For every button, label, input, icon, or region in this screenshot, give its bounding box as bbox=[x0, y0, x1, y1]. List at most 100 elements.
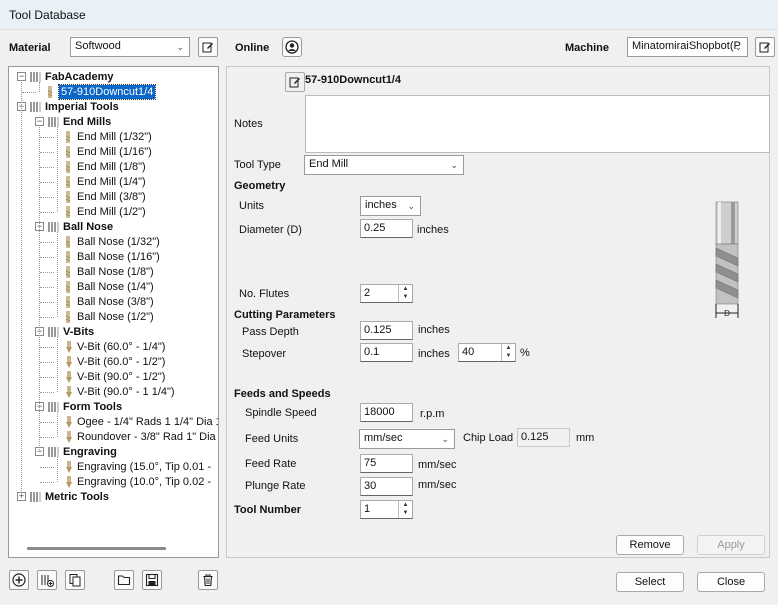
diameter-label: Diameter (D) bbox=[239, 224, 302, 236]
tool-type-value: End Mill bbox=[309, 158, 349, 170]
chevron-down-icon: ⌄ bbox=[407, 201, 415, 211]
tree-item[interactable]: End Mill (3/8") bbox=[77, 190, 146, 204]
tool-number-stepper[interactable]: 1 ▲ ▼ bbox=[360, 500, 413, 519]
v-bit-icon bbox=[65, 371, 72, 383]
tree-item[interactable]: Roundover - 3/8" Rad 1" Dia : bbox=[77, 430, 218, 444]
flutes-stepper[interactable]: 2 ▲ ▼ bbox=[360, 284, 413, 303]
edit-material-button[interactable] bbox=[198, 37, 218, 57]
chevron-down-icon: ⌄ bbox=[441, 434, 449, 444]
add-group-button[interactable] bbox=[37, 570, 57, 590]
end-mill-icon bbox=[65, 146, 71, 158]
tree-item[interactable]: Ball Nose (1/32") bbox=[77, 235, 160, 249]
tree-item[interactable]: Ball Nose (1/8") bbox=[77, 265, 154, 279]
tree-item[interactable]: End Mill (1/8") bbox=[77, 160, 146, 174]
end-mill-icon bbox=[65, 236, 71, 248]
feed-units-value: mm/sec bbox=[364, 432, 403, 444]
delete-tool-button[interactable] bbox=[198, 570, 218, 590]
tree-group-label[interactable]: Ball Nose bbox=[63, 220, 113, 234]
plunge-rate-input[interactable]: 30 bbox=[360, 477, 413, 496]
tree-item-selected[interactable]: 57-910Downcut1/4 bbox=[57, 84, 157, 100]
tree-group-label[interactable]: FabAcademy bbox=[45, 70, 113, 84]
spin-buttons[interactable]: ▲ ▼ bbox=[398, 501, 412, 518]
up-arrow-icon[interactable]: ▲ bbox=[399, 285, 412, 293]
edit-machine-button[interactable] bbox=[755, 37, 775, 57]
online-account-button[interactable] bbox=[282, 37, 302, 57]
tool-tree[interactable]: − FabAcademy 57-910Downcut1/4− Imperial Too… bbox=[8, 66, 219, 558]
spin-buttons[interactable]: ▲ ▼ bbox=[398, 285, 412, 302]
tree-connector bbox=[40, 467, 54, 468]
up-arrow-icon[interactable]: ▲ bbox=[399, 501, 412, 509]
pass-depth-input[interactable]: 0.125 bbox=[360, 321, 413, 340]
tree-item[interactable]: V-Bit (60.0° - 1/2") bbox=[77, 355, 165, 369]
tree-connector bbox=[57, 412, 58, 437]
notes-textarea[interactable] bbox=[305, 95, 770, 153]
edit-tool-name-button[interactable] bbox=[285, 72, 305, 92]
up-arrow-icon[interactable]: ▲ bbox=[502, 344, 515, 352]
remove-button[interactable]: Remove bbox=[616, 535, 684, 555]
copy-tool-button[interactable] bbox=[65, 570, 85, 590]
down-arrow-icon[interactable]: ▼ bbox=[502, 352, 515, 360]
collapse-icon[interactable]: − bbox=[35, 117, 44, 126]
tree-connector bbox=[40, 197, 54, 198]
apply-button[interactable]: Apply bbox=[697, 535, 765, 555]
end-mill-icon bbox=[65, 251, 71, 263]
tree-item[interactable]: Ball Nose (1/16") bbox=[77, 250, 160, 264]
tree-item[interactable]: Engraving (15.0°, Tip 0.01 - bbox=[77, 460, 211, 474]
tree-item[interactable]: Ball Nose (1/4") bbox=[77, 280, 154, 294]
tree-item[interactable]: V-Bit (90.0° - 1/2") bbox=[77, 370, 165, 384]
open-folder-button[interactable] bbox=[114, 570, 134, 590]
pass-depth-label: Pass Depth bbox=[242, 326, 299, 338]
tool-type-dropdown[interactable]: End Mill ⌄ bbox=[304, 155, 464, 175]
horizontal-scrollbar[interactable] bbox=[27, 547, 166, 550]
tree-group-label[interactable]: Engraving bbox=[63, 445, 117, 459]
units-dropdown[interactable]: inches ⌄ bbox=[360, 196, 421, 216]
machine-dropdown[interactable]: MinatomiraiShopbot(P ⌄ bbox=[627, 37, 748, 57]
tree-item[interactable]: Ball Nose (3/8") bbox=[77, 295, 154, 309]
down-arrow-icon[interactable]: ▼ bbox=[399, 293, 412, 301]
tree-item[interactable]: End Mill (1/16") bbox=[77, 145, 152, 159]
tree-connector bbox=[40, 362, 54, 363]
units-value: inches bbox=[365, 199, 397, 211]
feed-rate-input[interactable]: 75 bbox=[360, 454, 413, 473]
diameter-unit: inches bbox=[417, 224, 449, 236]
tree-item[interactable]: V-Bit (60.0° - 1/4") bbox=[77, 340, 165, 354]
tree-item[interactable]: End Mill (1/2") bbox=[77, 205, 146, 219]
tree-item[interactable]: End Mill (1/32") bbox=[77, 130, 152, 144]
tree-item[interactable]: Ball Nose (1/2") bbox=[77, 310, 154, 324]
tree-group-label[interactable]: Metric Tools bbox=[45, 490, 109, 504]
spin-buttons[interactable]: ▲ ▼ bbox=[501, 344, 515, 361]
save-button[interactable] bbox=[142, 570, 162, 590]
tree-group-label[interactable]: End Mills bbox=[63, 115, 111, 129]
material-dropdown[interactable]: Softwood ⌄ bbox=[70, 37, 190, 57]
add-icon bbox=[12, 573, 26, 587]
stepover-percent-stepper[interactable]: 40 ▲ ▼ bbox=[458, 343, 516, 362]
add-tool-button[interactable] bbox=[9, 570, 29, 590]
flutes-value: 2 bbox=[364, 287, 371, 299]
edit-icon bbox=[202, 42, 213, 53]
stepover-unit: inches bbox=[418, 348, 450, 360]
tree-group-label[interactable]: Imperial Tools bbox=[45, 100, 119, 114]
tree-connector bbox=[57, 337, 58, 392]
feed-units-dropdown[interactable]: mm/sec ⌄ bbox=[359, 429, 455, 449]
spindle-speed-label: Spindle Speed bbox=[245, 407, 317, 419]
diameter-input[interactable]: 0.25 bbox=[360, 219, 413, 238]
feed-units-label: Feed Units bbox=[245, 433, 299, 445]
tree-item[interactable]: End Mill (1/4") bbox=[77, 175, 146, 189]
spindle-speed-input[interactable]: 18000 bbox=[360, 403, 413, 422]
end-mill-icon bbox=[65, 131, 71, 143]
down-arrow-icon[interactable]: ▼ bbox=[399, 509, 412, 517]
tree-item[interactable]: V-Bit (90.0° - 1 1/4") bbox=[77, 385, 175, 399]
chevron-down-icon: ⌄ bbox=[734, 42, 742, 52]
tree-group-label[interactable]: V-Bits bbox=[63, 325, 94, 339]
stepover-percent-unit: % bbox=[520, 347, 530, 359]
tree-item[interactable]: Engraving (10.0°, Tip 0.02 - bbox=[77, 475, 211, 489]
material-value: Softwood bbox=[75, 40, 121, 52]
tree-item[interactable]: Ogee - 1/4" Rads 1 1/4" Dia 1 bbox=[77, 415, 218, 429]
select-button[interactable]: Select bbox=[616, 572, 684, 592]
chevron-down-icon: ⌄ bbox=[176, 42, 184, 52]
tree-group-label[interactable]: Form Tools bbox=[63, 400, 122, 414]
collapse-icon[interactable]: − bbox=[17, 72, 26, 81]
close-button[interactable]: Close bbox=[697, 572, 765, 592]
stepover-input[interactable]: 0.1 bbox=[360, 343, 413, 362]
tree-connector bbox=[40, 242, 54, 243]
